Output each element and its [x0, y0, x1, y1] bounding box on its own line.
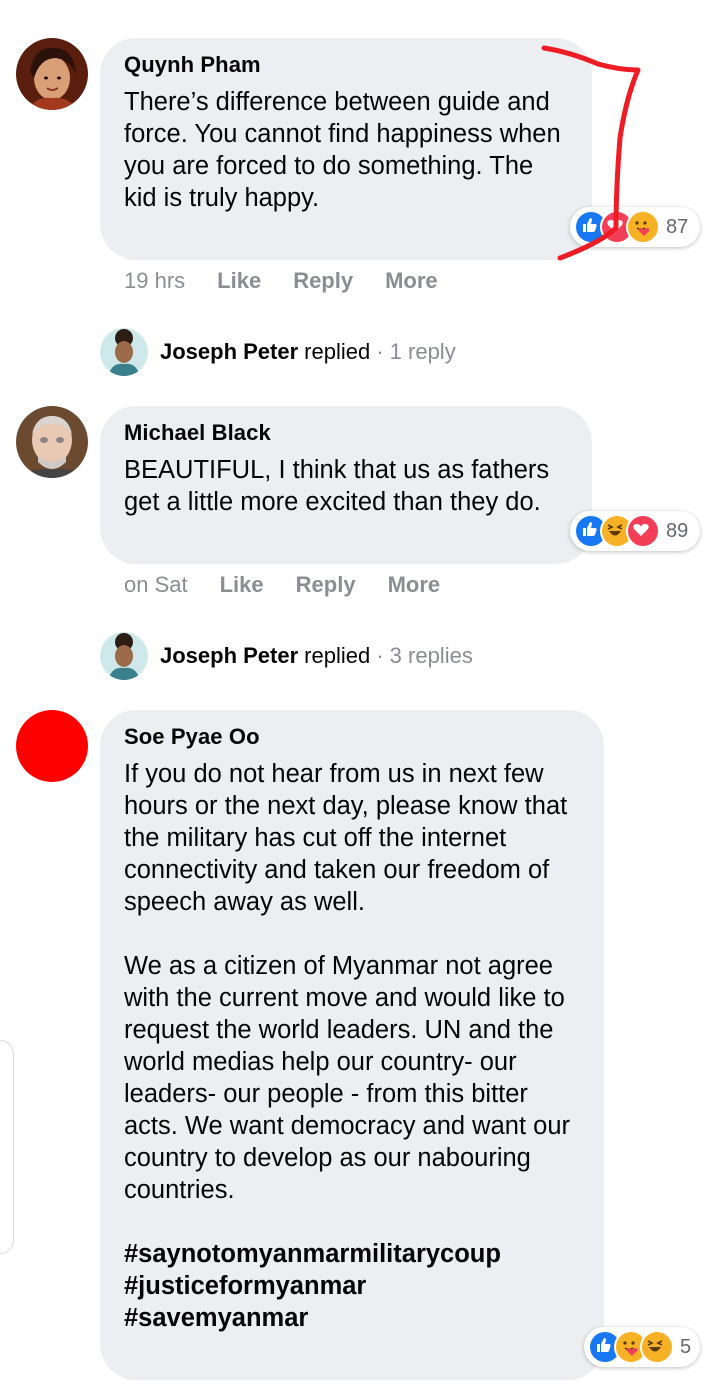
- comment-paragraph: We as a citizen of Myanmar not agree wit…: [124, 952, 570, 1204]
- reply-button[interactable]: Reply: [296, 572, 356, 598]
- reaction-summary[interactable]: 89: [570, 511, 700, 551]
- comment-text: There’s difference between guide and for…: [124, 86, 568, 214]
- replied-label: replied: [304, 339, 371, 364]
- hashtag-link[interactable]: #savemyanmar: [124, 1302, 580, 1334]
- reaction-count: 87: [666, 215, 689, 238]
- view-replies-link[interactable]: Joseph Peter replied · 3 replies: [100, 632, 473, 680]
- avatar-joseph-peter: [100, 328, 148, 376]
- comment-text: If you do not hear from us in next few h…: [124, 758, 580, 1334]
- more-button[interactable]: More: [388, 572, 441, 598]
- reaction-count: 89: [666, 519, 689, 542]
- replier-name: Joseph Peter: [160, 339, 299, 364]
- comment-actions: 19 hrs Like Reply More: [124, 268, 470, 294]
- reply-button[interactable]: Reply: [293, 268, 353, 294]
- comment-bubble: Soe Pyae Oo If you do not hear from us i…: [100, 710, 604, 1380]
- side-panel-edge: [0, 1040, 14, 1254]
- comment-timestamp[interactable]: on Sat: [124, 572, 188, 598]
- like-button[interactable]: Like: [220, 572, 264, 598]
- hashtag-link[interactable]: #saynotomyanmarmilitarycoup: [124, 1238, 580, 1270]
- avatar-michael-black[interactable]: [16, 406, 88, 478]
- hashtag-link[interactable]: #justiceformyanmar: [124, 1270, 580, 1302]
- replied-label: replied: [304, 643, 371, 668]
- comment-actions: on Sat Like Reply More: [124, 572, 472, 598]
- view-replies-link[interactable]: Joseph Peter replied · 1 reply: [100, 328, 456, 376]
- avatar-quynh-pham[interactable]: [16, 38, 88, 110]
- avatar-joseph-peter: [100, 632, 148, 680]
- reaction-count: 5: [680, 1335, 692, 1358]
- more-button[interactable]: More: [385, 268, 438, 294]
- replier-name: Joseph Peter: [160, 643, 299, 668]
- comment-bubble: Michael Black BEAUTIFUL, I think that us…: [100, 406, 592, 564]
- avatar-soe-pyae-oo[interactable]: [16, 710, 88, 782]
- reply-count: · 3 replies: [376, 643, 473, 668]
- comment-paragraph: BEAUTIFUL, I think that us as fathers ge…: [124, 456, 550, 516]
- comment-timestamp[interactable]: 19 hrs: [124, 268, 185, 294]
- reaction-summary[interactable]: 5: [584, 1327, 700, 1367]
- reply-count: · 1 reply: [376, 339, 456, 364]
- comment-author[interactable]: Michael Black: [124, 420, 568, 446]
- comment-author[interactable]: Soe Pyae Oo: [124, 724, 580, 750]
- haha-reaction-icon: [640, 1330, 674, 1364]
- comment-author[interactable]: Quynh Pham: [124, 52, 568, 78]
- comment-paragraph: There’s difference between guide and for…: [124, 88, 561, 212]
- love-reaction-icon: [626, 514, 660, 548]
- comment-bubble: Quynh Pham There’s difference between gu…: [100, 38, 592, 260]
- comment-text: BEAUTIFUL, I think that us as fathers ge…: [124, 454, 568, 518]
- like-button[interactable]: Like: [217, 268, 261, 294]
- annotation-red-stroke: [541, 45, 641, 261]
- comment-paragraph: If you do not hear from us in next few h…: [124, 760, 568, 916]
